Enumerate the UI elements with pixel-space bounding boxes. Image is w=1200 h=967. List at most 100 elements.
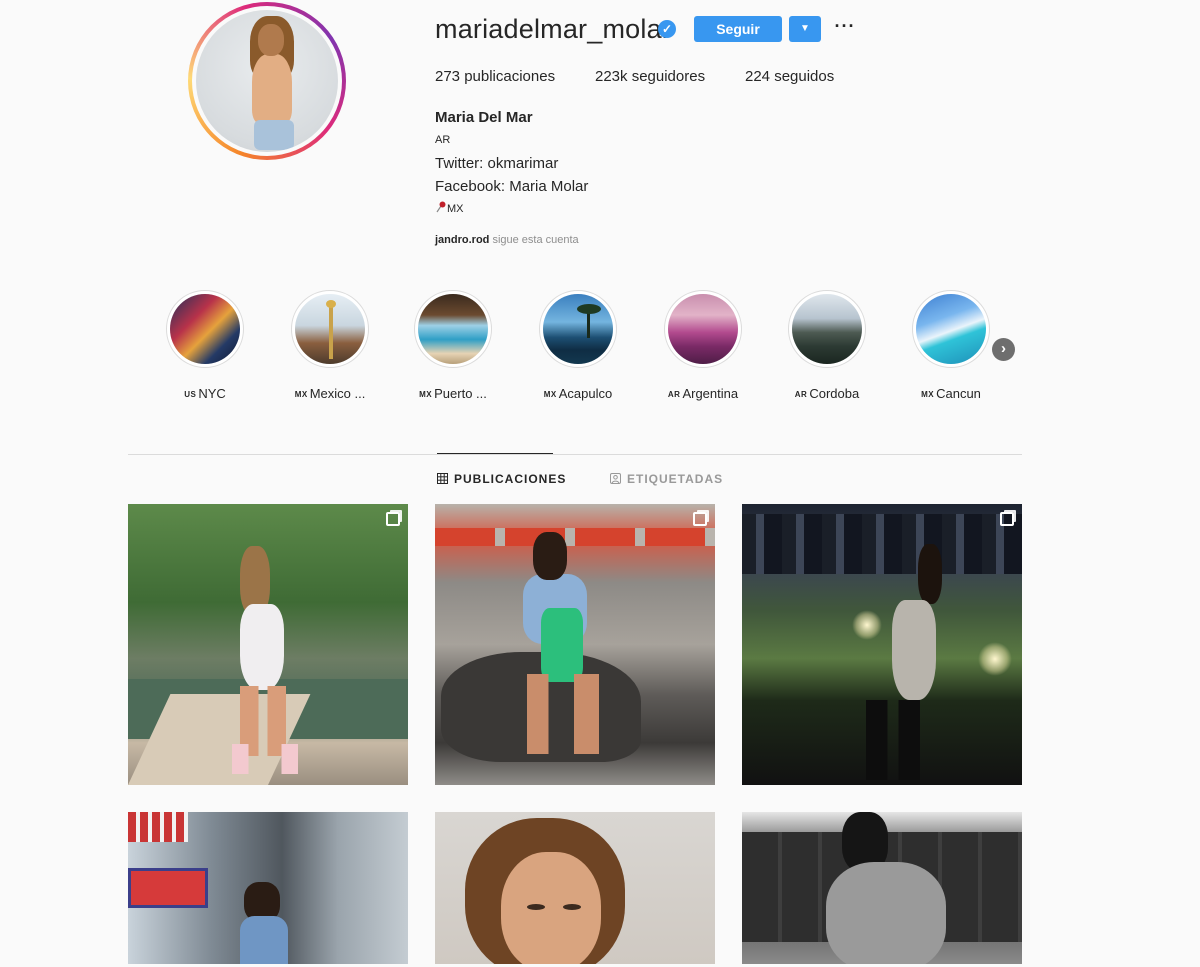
profile-avatar-ring[interactable]	[188, 2, 346, 160]
grid-icon	[437, 473, 448, 484]
highlight-country-code: MX	[419, 390, 433, 399]
post-thumbnail[interactable]	[435, 504, 715, 785]
highlight-item[interactable]: MX Acapulco	[518, 290, 638, 401]
profile-stats: 273 publicaciones 223k seguidores 224 se…	[435, 68, 834, 85]
suggestions-dropdown-button[interactable]: ▼	[789, 16, 821, 42]
post-person-dress	[240, 604, 284, 690]
followers-link[interactable]: 223k seguidores	[595, 68, 745, 85]
post-radio-city-sign	[128, 868, 208, 908]
highlight-ring	[664, 290, 742, 368]
post-light-right	[978, 642, 1012, 676]
highlight-label: NYC	[198, 386, 226, 401]
tab-posts[interactable]: PUBLICACIONES	[437, 472, 566, 486]
highlight-item[interactable]: AR Argentina	[643, 290, 763, 401]
highlight-item[interactable]: MX Puerto ...	[393, 290, 513, 401]
post-person-body	[826, 862, 946, 964]
post-umbrellas	[435, 528, 715, 546]
highlight-label-row: MX Cancun	[891, 386, 1011, 401]
story-highlights: US NYC MX Mexico ... MX Puerto ... MX Acapul…	[160, 290, 1020, 410]
post-radio-city-marquee	[128, 812, 188, 842]
bio-full-name: Maria Del Mar	[435, 109, 533, 126]
highlight-country-code: AR	[667, 390, 681, 399]
multiple-photos-icon	[1000, 512, 1014, 526]
avatar-head	[258, 24, 284, 56]
highlight-label-row: MX Mexico ...	[270, 386, 390, 401]
highlight-label: Puerto ...	[434, 386, 487, 401]
highlight-cover-cancun	[916, 294, 986, 364]
tab-tagged[interactable]: ETIQUETADAS	[610, 472, 723, 486]
post-person-dress	[541, 608, 583, 682]
post-thumbnail[interactable]	[435, 812, 715, 964]
tab-tagged-label: ETIQUETADAS	[627, 472, 724, 486]
more-options-icon[interactable]: ···	[834, 16, 856, 40]
bio-location-line: MX	[435, 198, 588, 221]
highlight-cover-puerto	[418, 294, 488, 364]
verified-badge-icon: ✓	[658, 20, 676, 38]
profile-username: mariadelmar_molar	[435, 14, 671, 44]
highlight-label-row: AR Argentina	[643, 386, 763, 401]
highlight-cover-nyc	[170, 294, 240, 364]
highlight-country-code: MX	[543, 390, 557, 399]
post-skyline	[742, 514, 1022, 574]
bio-twitter: Twitter: okmarimar	[435, 155, 559, 172]
highlight-label: Mexico ...	[309, 386, 366, 401]
avatar-body	[252, 54, 292, 124]
highlight-cover-mexico	[295, 294, 365, 364]
followed-by-user: jandro.rod	[435, 234, 490, 246]
followed-by[interactable]: jandro.rod sigue esta cuenta	[435, 234, 579, 246]
highlight-item[interactable]: US NYC	[145, 290, 265, 401]
multiple-photos-icon	[386, 512, 400, 526]
highlight-label-row: AR Cordoba	[767, 386, 887, 401]
post-thumbnail[interactable]	[742, 504, 1022, 785]
post-person-boots	[866, 700, 920, 780]
highlight-cover-argentina	[668, 294, 738, 364]
avatar-inner	[192, 6, 342, 156]
highlight-label-row: MX Acapulco	[518, 386, 638, 401]
highlight-ring	[788, 290, 866, 368]
highlight-ring	[414, 290, 492, 368]
multiple-photos-icon	[693, 512, 707, 526]
tagged-user-icon	[610, 473, 621, 484]
profile-avatar	[196, 10, 338, 152]
highlight-label: Argentina	[682, 386, 739, 401]
highlight-label-row: MX Puerto ...	[393, 386, 513, 401]
highlight-country-code: MX	[921, 390, 935, 399]
highlight-cover-cordoba	[792, 294, 862, 364]
post-portrait-eye-right	[563, 904, 581, 910]
highlight-country-code: US	[184, 390, 197, 399]
profile-bio: Maria Del Mar AR Twitter: okmarimar Face…	[435, 106, 588, 221]
bio-country: AR	[435, 134, 451, 146]
avatar-jeans	[254, 120, 294, 150]
highlight-label: Acapulco	[558, 386, 613, 401]
bio-location: MX	[447, 203, 464, 215]
following-link[interactable]: 224 seguidos	[745, 68, 834, 85]
monument-angel	[326, 300, 336, 308]
posts-count: 273 publicaciones	[435, 68, 556, 85]
tab-posts-label: PUBLICACIONES	[454, 472, 567, 486]
highlight-country-code: AR	[794, 390, 808, 399]
highlight-ring	[539, 290, 617, 368]
post-person-legs	[527, 674, 599, 754]
highlight-cover-acapulco	[543, 294, 613, 364]
post-person-boots	[232, 744, 298, 774]
highlight-label: Cordoba	[809, 386, 860, 401]
chevron-right-icon[interactable]: ›	[992, 338, 1015, 361]
post-portrait-face	[501, 852, 601, 964]
highlight-country-code: MX	[294, 390, 308, 399]
bio-facebook: Facebook: Maria Molar	[435, 178, 589, 195]
tabs-divider	[128, 454, 1022, 455]
active-tab-indicator	[437, 453, 553, 454]
highlight-item[interactable]: AR Cordoba	[767, 290, 887, 401]
highlight-label: Cancun	[936, 386, 981, 401]
palm-leaves	[577, 304, 601, 314]
post-thumbnail[interactable]	[742, 812, 1022, 964]
followed-by-text: sigue esta cuenta	[489, 234, 579, 246]
post-thumbnail[interactable]	[128, 504, 408, 785]
post-person-hair	[533, 532, 567, 580]
caret-down-icon: ▼	[800, 23, 810, 34]
post-thumbnail[interactable]	[128, 812, 408, 964]
pushpin-icon	[436, 201, 446, 213]
highlight-item[interactable]: MX Mexico ...	[270, 290, 390, 401]
follow-button[interactable]: Seguir	[694, 16, 782, 42]
highlight-ring	[291, 290, 369, 368]
